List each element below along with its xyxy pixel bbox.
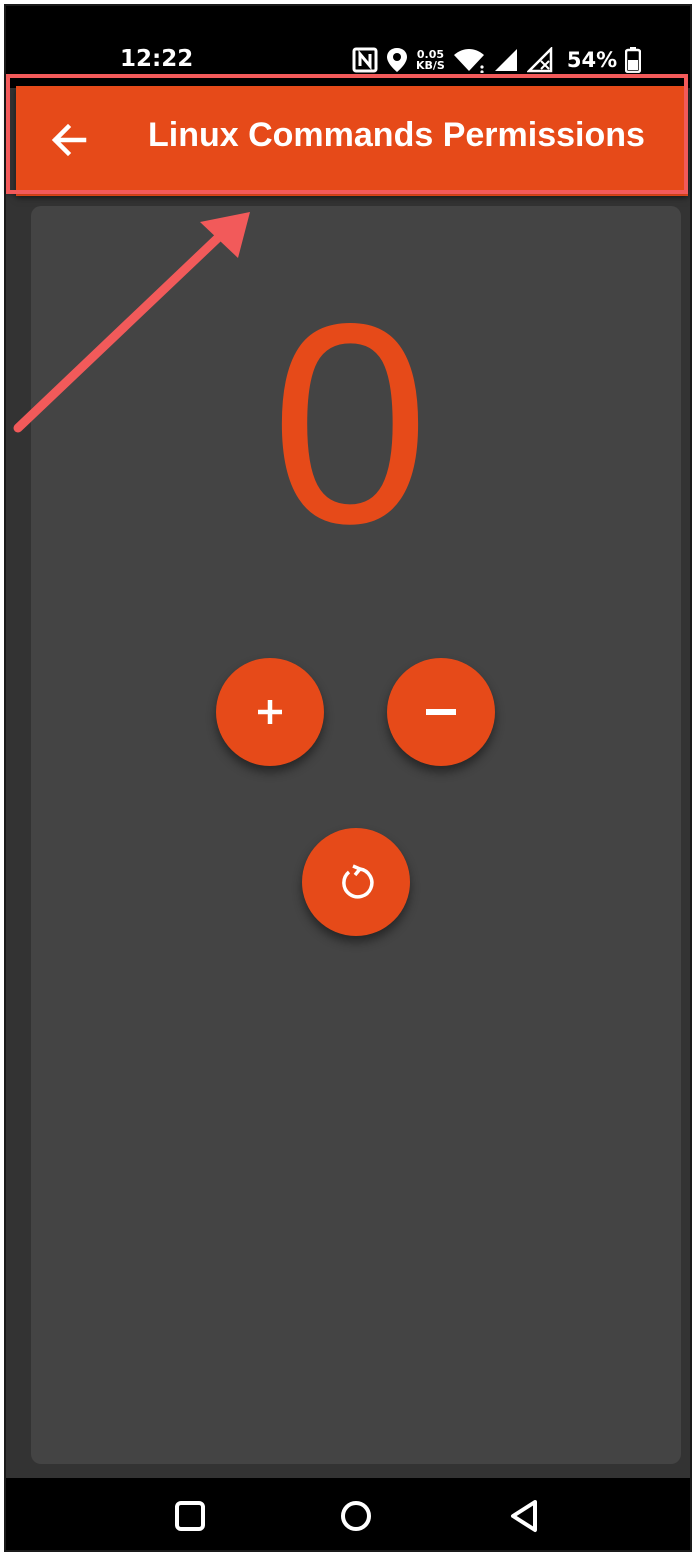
net-speed: 0.05 KB/S bbox=[416, 49, 445, 71]
nav-back-button[interactable] bbox=[504, 1496, 544, 1536]
status-icons: 0.05 KB/S 54% bbox=[352, 44, 642, 76]
status-time: 12:22 bbox=[120, 46, 194, 72]
recents-icon bbox=[175, 1501, 205, 1531]
phone-screen: 12:22 0.05 KB/S 54% Linux Commands Permi… bbox=[4, 4, 692, 1552]
reset-button[interactable] bbox=[302, 828, 410, 936]
home-icon bbox=[341, 1501, 371, 1531]
signal-icon bbox=[493, 47, 519, 73]
minus-icon bbox=[426, 709, 456, 715]
nfc-icon bbox=[352, 47, 378, 73]
battery-icon bbox=[625, 47, 642, 73]
battery-percent: 54% bbox=[566, 48, 618, 72]
app-title: Linux Commands Permissions bbox=[148, 116, 645, 154]
back-button[interactable] bbox=[44, 116, 94, 166]
decrement-button[interactable] bbox=[387, 658, 495, 766]
wifi-icon bbox=[453, 47, 485, 73]
system-nav-bar bbox=[6, 1478, 690, 1550]
app-bar: Linux Commands Permissions bbox=[16, 86, 688, 196]
plus-icon bbox=[258, 700, 282, 724]
arrow-back-icon bbox=[51, 123, 87, 157]
status-bar: 12:22 0.05 KB/S 54% bbox=[6, 6, 690, 88]
refresh-icon bbox=[342, 864, 374, 899]
increment-button[interactable] bbox=[216, 658, 324, 766]
counter-value: 0 bbox=[270, 265, 430, 583]
recents-button[interactable] bbox=[170, 1496, 210, 1536]
signal-no-data-icon bbox=[526, 47, 553, 73]
location-icon bbox=[386, 47, 408, 73]
net-speed-unit: KB/S bbox=[416, 59, 445, 72]
home-button[interactable] bbox=[336, 1496, 376, 1536]
back-icon bbox=[511, 1500, 537, 1532]
